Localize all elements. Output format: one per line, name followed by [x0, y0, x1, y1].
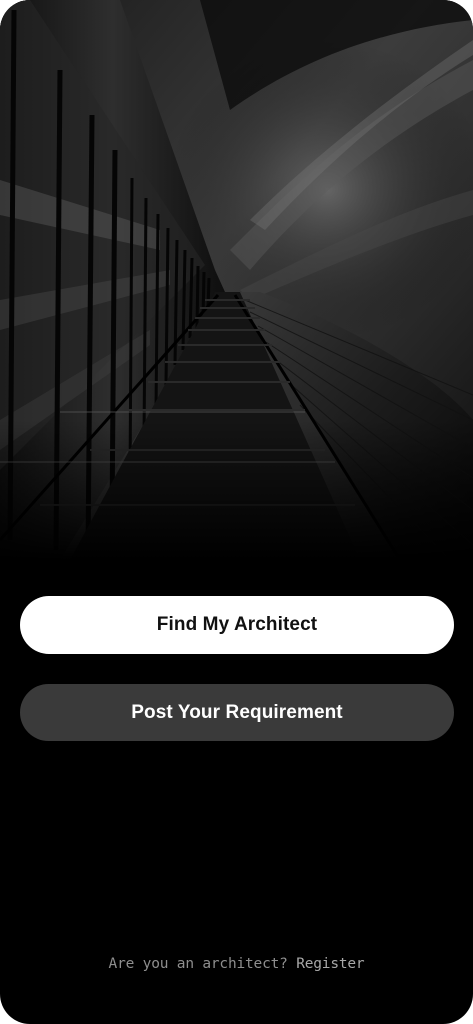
- post-requirement-label: Post Your Requirement: [131, 701, 343, 723]
- post-requirement-button[interactable]: Post Your Requirement: [20, 684, 454, 741]
- architect-register-prompt: Are you an architect? Register: [0, 956, 473, 972]
- register-prompt-text: Are you an architect?: [108, 956, 288, 972]
- app-screen: Find My Architect Post Your Requirement …: [0, 0, 473, 1024]
- find-my-architect-button[interactable]: Find My Architect: [20, 596, 454, 654]
- hero-image: [0, 0, 473, 560]
- register-link[interactable]: Register: [296, 956, 364, 972]
- find-my-architect-label: Find My Architect: [156, 614, 318, 635]
- skyscraper-photo: [0, 0, 473, 560]
